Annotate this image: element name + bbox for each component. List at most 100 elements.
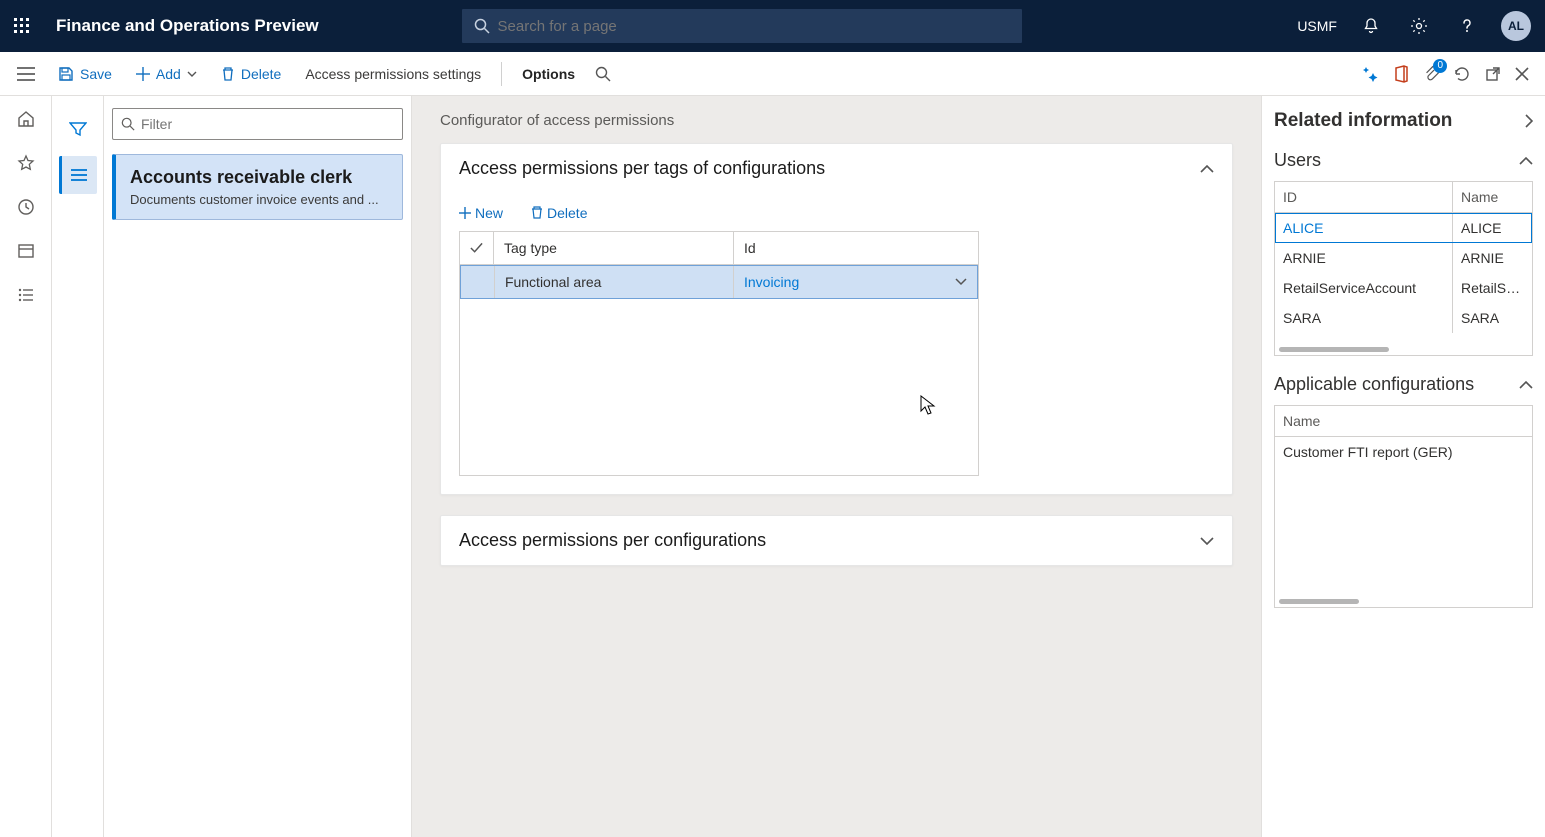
attachments-button[interactable]: 0 [1423, 65, 1439, 83]
help-button[interactable] [1453, 12, 1481, 40]
close-button[interactable] [1515, 67, 1529, 81]
dropdown-caret[interactable] [955, 278, 967, 286]
settings-label: Access permissions settings [305, 66, 481, 82]
users-table: ID Name ALICE ALICE ARNIE ARNIE RetailSe… [1274, 181, 1533, 356]
configs-table: Name Customer FTI report (GER) [1274, 405, 1533, 608]
office-button[interactable] [1393, 65, 1409, 83]
options-button[interactable]: Options [512, 58, 585, 90]
list-view-toggle[interactable] [59, 156, 97, 194]
trash-icon [221, 66, 235, 82]
record-card-subtitle: Documents customer invoice events and ..… [130, 192, 388, 207]
chevron-down-icon [955, 278, 967, 286]
users-header-id[interactable]: ID [1275, 182, 1453, 212]
nav-modules[interactable] [17, 286, 35, 304]
configs-row[interactable]: Customer FTI report (GER) [1275, 437, 1532, 467]
panel-configs: Access permissions per configurations [440, 515, 1233, 566]
nav-workspaces[interactable] [17, 242, 35, 260]
grid-cell-tagtype[interactable]: Functional area [495, 266, 734, 298]
star-icon [17, 154, 35, 172]
list-icon [17, 286, 35, 304]
grid-cell-id-value: Invoicing [744, 274, 799, 290]
popout-icon [1485, 66, 1501, 82]
refresh-button[interactable] [1453, 65, 1471, 83]
grid-select-all[interactable] [460, 232, 494, 264]
grid-new-label: New [475, 205, 503, 221]
users-cell-name: SARA [1453, 303, 1529, 333]
check-icon [470, 242, 483, 254]
nav-home[interactable] [17, 110, 35, 128]
list-filter-toggle[interactable] [59, 110, 97, 148]
configs-section-header[interactable]: Applicable configurations [1274, 374, 1533, 395]
grid-row-selected[interactable]: Functional area Invoicing [460, 265, 978, 299]
users-row[interactable]: ALICE ALICE [1275, 213, 1532, 243]
global-search-input[interactable] [498, 18, 1010, 35]
configs-horizontal-scrollbar[interactable] [1275, 597, 1532, 607]
users-cell-id: ARNIE [1275, 243, 1453, 273]
add-button[interactable]: Add [126, 58, 207, 90]
related-info-pane: Related information Users ID Name ALICE … [1261, 96, 1545, 837]
home-icon [17, 110, 35, 128]
hamburger-icon [17, 67, 35, 81]
plus-icon [459, 207, 471, 219]
chevron-down-icon [187, 71, 197, 77]
users-cell-name: ALICE [1453, 213, 1529, 243]
toolbar-divider [501, 62, 502, 86]
save-icon [58, 66, 74, 82]
list-filter-box[interactable] [112, 108, 403, 140]
hamburger-button[interactable] [8, 56, 44, 92]
panel-configs-header[interactable]: Access permissions per configurations [441, 516, 1232, 565]
filter-icon [69, 121, 87, 137]
record-card-selected[interactable]: Accounts receivable clerk Documents cust… [112, 154, 403, 220]
save-label: Save [80, 66, 112, 82]
left-nav-rail [0, 96, 52, 837]
nav-favorites[interactable] [17, 154, 35, 172]
app-brand: Finance and Operations Preview [56, 16, 319, 36]
nav-recent[interactable] [17, 198, 35, 216]
add-label: Add [156, 66, 181, 82]
grid-header-tagtype[interactable]: Tag type [494, 232, 734, 264]
users-title: Users [1274, 150, 1321, 171]
company-indicator[interactable]: USMF [1297, 18, 1337, 34]
user-avatar[interactable]: AL [1501, 11, 1531, 41]
delete-button[interactable]: Delete [211, 58, 291, 90]
search-icon [121, 117, 135, 131]
users-row[interactable]: SARA SARA [1275, 303, 1532, 333]
settings-button[interactable] [1405, 12, 1433, 40]
global-search[interactable] [462, 9, 1022, 43]
save-button[interactable]: Save [48, 58, 122, 90]
sparkle-icon [1361, 65, 1379, 83]
app-launcher[interactable] [8, 12, 36, 40]
users-horizontal-scrollbar[interactable] [1275, 345, 1532, 355]
grid-new-button[interactable]: New [453, 203, 509, 223]
access-permissions-settings-button[interactable]: Access permissions settings [295, 58, 491, 90]
users-section-header[interactable]: Users [1274, 150, 1533, 171]
cursor-icon [920, 395, 936, 415]
grid-delete-button[interactable]: Delete [525, 203, 593, 223]
page-breadcrumb: Configurator of access permissions [440, 112, 1233, 129]
bell-icon [1362, 17, 1380, 35]
main-content: Configurator of access permissions Acces… [412, 96, 1261, 837]
users-row[interactable]: ARNIE ARNIE [1275, 243, 1532, 273]
notifications-button[interactable] [1357, 12, 1385, 40]
record-list-pane: Accounts receivable clerk Documents cust… [52, 96, 412, 837]
trash-icon [531, 206, 543, 220]
list-filter-input[interactable] [141, 116, 394, 132]
users-header-name[interactable]: Name [1453, 182, 1529, 212]
copilot-button[interactable] [1361, 65, 1379, 83]
users-row[interactable]: RetailServiceAccount RetailServ [1275, 273, 1532, 303]
grid-header-id[interactable]: Id [734, 232, 978, 264]
popout-button[interactable] [1485, 66, 1501, 82]
users-cell-id: ALICE [1275, 213, 1453, 243]
related-info-title: Related information [1274, 110, 1452, 132]
action-bar: Save Add Delete Access permissions setti… [0, 52, 1545, 96]
top-navbar: Finance and Operations Preview USMF AL [0, 0, 1545, 52]
waffle-icon [14, 18, 30, 34]
toolbar-search-button[interactable] [589, 58, 617, 90]
grid-row-check[interactable] [461, 266, 495, 298]
grid-cell-id[interactable]: Invoicing [734, 266, 977, 298]
gear-icon [1410, 17, 1428, 35]
panel-tags-header[interactable]: Access permissions per tags of configura… [441, 144, 1232, 193]
configs-header-name[interactable]: Name [1275, 406, 1513, 436]
panel-tags: Access permissions per tags of configura… [440, 143, 1233, 495]
related-info-expand[interactable] [1525, 114, 1533, 128]
